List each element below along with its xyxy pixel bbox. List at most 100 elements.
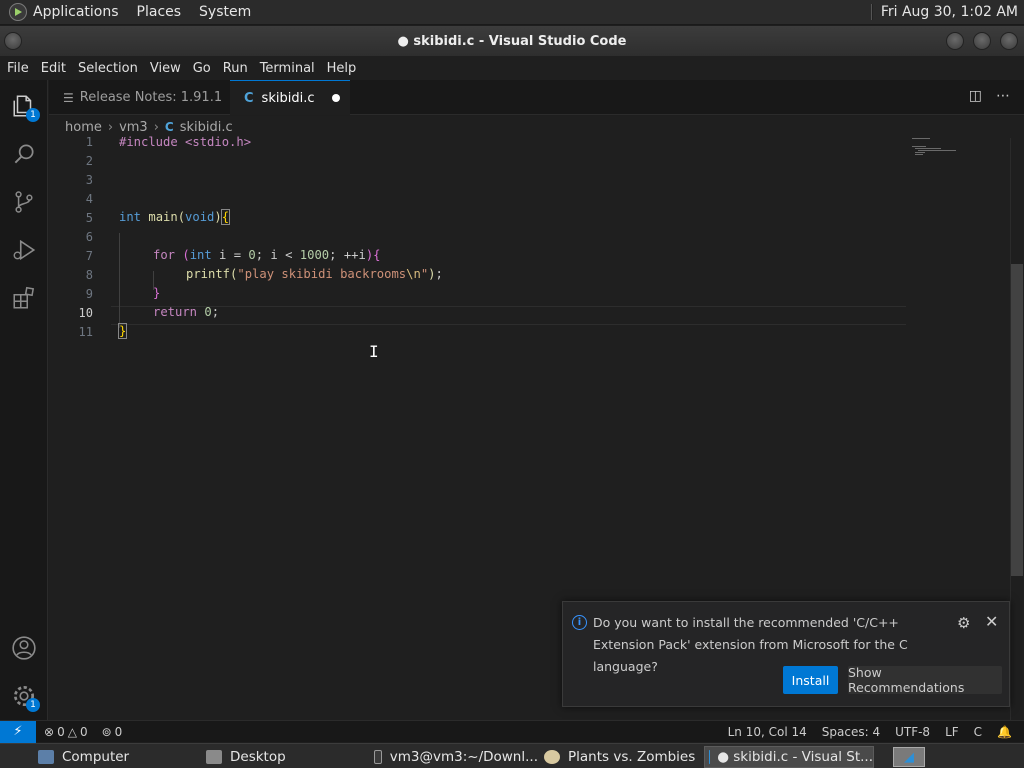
activity-accounts[interactable] — [0, 624, 48, 672]
tab-label: skibidi.c — [261, 90, 315, 106]
search-icon — [14, 144, 34, 164]
notifications-bell-icon[interactable]: 🔔 — [997, 725, 1012, 739]
menu-selection[interactable]: Selection — [72, 61, 144, 76]
tab-release-notes[interactable]: ☰ Release Notes: 1.91.1 — [49, 80, 229, 115]
manage-badge: 1 — [26, 698, 40, 712]
chevron-right-icon: › — [153, 119, 159, 135]
panel-separator — [870, 4, 873, 20]
line-number: 3 — [85, 173, 93, 187]
warning-icon: △ — [67, 724, 77, 739]
more-actions-icon[interactable]: ⋯ — [996, 88, 1010, 104]
menu-edit[interactable]: Edit — [35, 61, 72, 76]
distro-logo-icon[interactable] — [9, 3, 27, 21]
c-language-icon: C — [164, 120, 174, 134]
menu-run[interactable]: Run — [217, 61, 254, 76]
extensions-icon — [13, 286, 35, 309]
split-editor-icon[interactable]: ◫ — [969, 88, 982, 104]
code-line-1: #include <stdio.h> — [119, 135, 252, 149]
activity-extensions[interactable] — [0, 274, 48, 322]
desktop-screen: Applications Places System Fri Aug 30, 1… — [0, 0, 1024, 768]
line-number: 7 — [85, 249, 93, 263]
taskbar-desktop[interactable]: Desktop — [202, 746, 362, 768]
current-line-highlight — [111, 306, 906, 325]
window-maximize-button[interactable] — [973, 32, 991, 50]
menu-terminal[interactable]: Terminal — [254, 61, 321, 76]
menu-go[interactable]: Go — [187, 61, 217, 76]
ports-indicator[interactable]: ⊚ 0 — [102, 725, 123, 739]
terminal-icon — [374, 750, 382, 764]
text-cursor-icon: I — [369, 342, 379, 361]
panel-clock[interactable]: Fri Aug 30, 1:02 AM — [881, 4, 1018, 20]
run-debug-icon — [13, 239, 36, 261]
system-menu-system[interactable]: System — [199, 4, 251, 20]
indent-guide — [119, 233, 120, 328]
indentation-setting[interactable]: Spaces: 4 — [822, 725, 880, 739]
activity-search[interactable] — [0, 130, 48, 178]
code-line-8: printf("play skibidi backrooms\n"); — [186, 267, 443, 281]
encoding-setting[interactable]: UTF-8 — [895, 725, 930, 739]
extension-recommendation-notification: i Do you want to install the recommended… — [562, 601, 1010, 707]
taskbar-terminal[interactable]: vm3@vm3:~/Downl... — [370, 746, 538, 768]
account-icon — [12, 636, 36, 660]
release-notes-icon: ☰ — [63, 90, 74, 105]
cursor-position[interactable]: Ln 10, Col 14 — [728, 725, 807, 739]
window-title: ● skibidi.c - Visual Studio Code — [397, 33, 627, 49]
activity-explorer[interactable]: 1 — [0, 82, 48, 130]
minimap[interactable] — [912, 138, 962, 168]
breadcrumb-home[interactable]: home — [65, 120, 102, 135]
window-close-button[interactable] — [1000, 32, 1018, 50]
line-number: 10 — [78, 306, 93, 320]
code-line-5: int main(void){ — [119, 209, 231, 225]
desktop-icon — [206, 750, 222, 764]
eol-setting[interactable]: LF — [945, 725, 959, 739]
activity-manage[interactable]: 1 — [0, 672, 48, 720]
activity-bar: 1 1 — [0, 80, 48, 720]
taskbar-plants-vs-zombies[interactable]: Plants vs. Zombies — [540, 746, 700, 768]
status-bar: ⚡ ⊗ 0 △ 0 ⊚ 0 Ln 10, Col 14 Spaces: 4 UT… — [0, 720, 1024, 743]
unsaved-dot-icon[interactable] — [332, 94, 340, 102]
show-recommendations-button[interactable]: Show Recommendations — [848, 665, 1002, 695]
code-line-7: for (int i = 0; i < 1000; ++i){ — [153, 248, 381, 262]
system-menu-applications[interactable]: Applications — [33, 4, 119, 20]
bracket-match: { — [220, 209, 231, 225]
system-menu-places[interactable]: Places — [137, 4, 182, 20]
code-line-9: } — [153, 286, 161, 300]
window-menu-button[interactable] — [4, 32, 22, 50]
remote-indicator-icon[interactable]: ⚡ — [0, 720, 36, 743]
menu-file[interactable]: File — [0, 61, 35, 76]
taskbar-computer[interactable]: Computer — [34, 746, 194, 768]
bracket-match: } — [117, 323, 128, 339]
window-minimize-button[interactable] — [946, 32, 964, 50]
gear-icon[interactable]: ⚙ — [957, 614, 970, 632]
window-titlebar[interactable]: ● skibidi.c - Visual Studio Code — [0, 26, 1024, 56]
tab-label: Release Notes: 1.91.1 — [79, 90, 223, 105]
line-number: 4 — [85, 192, 93, 206]
menu-help[interactable]: Help — [321, 61, 363, 76]
vscode-tray-icon: ◢ — [904, 749, 914, 765]
tab-actions: ◫ ⋯ — [969, 88, 1010, 104]
error-icon: ⊗ — [44, 724, 55, 739]
code-line-10: return 0; — [153, 305, 220, 319]
app-menubar: File Edit Selection View Go Run Terminal… — [0, 56, 1024, 80]
close-icon[interactable]: ✕ — [985, 612, 998, 631]
scrollbar-thumb[interactable] — [1011, 264, 1023, 576]
activity-source-control[interactable] — [0, 178, 48, 226]
editor-scrollbar[interactable] — [1010, 138, 1024, 720]
install-button[interactable]: Install — [783, 666, 838, 694]
game-icon — [544, 750, 560, 764]
line-number: 5 — [85, 211, 93, 225]
breadcrumb-file[interactable]: skibidi.c — [180, 120, 233, 135]
problems-indicator[interactable]: ⊗ 0 △ 0 — [44, 725, 88, 739]
activity-run-debug[interactable] — [0, 226, 48, 274]
menu-view[interactable]: View — [144, 61, 187, 76]
c-language-icon: C — [244, 90, 254, 106]
workspace-switcher[interactable]: ◢ — [893, 747, 925, 767]
line-number: 6 — [85, 230, 93, 244]
editor-tabs: ☰ Release Notes: 1.91.1 C skibidi.c ◫ ⋯ — [49, 80, 1024, 115]
language-mode[interactable]: C — [974, 725, 982, 739]
line-number: 1 — [85, 135, 93, 149]
breadcrumb-vm3[interactable]: vm3 — [119, 120, 148, 135]
chevron-right-icon: › — [107, 119, 114, 135]
tab-skibidi-c[interactable]: C skibidi.c — [230, 80, 350, 115]
taskbar-vscode[interactable]: ● skibidi.c - Visual St... — [704, 746, 874, 768]
